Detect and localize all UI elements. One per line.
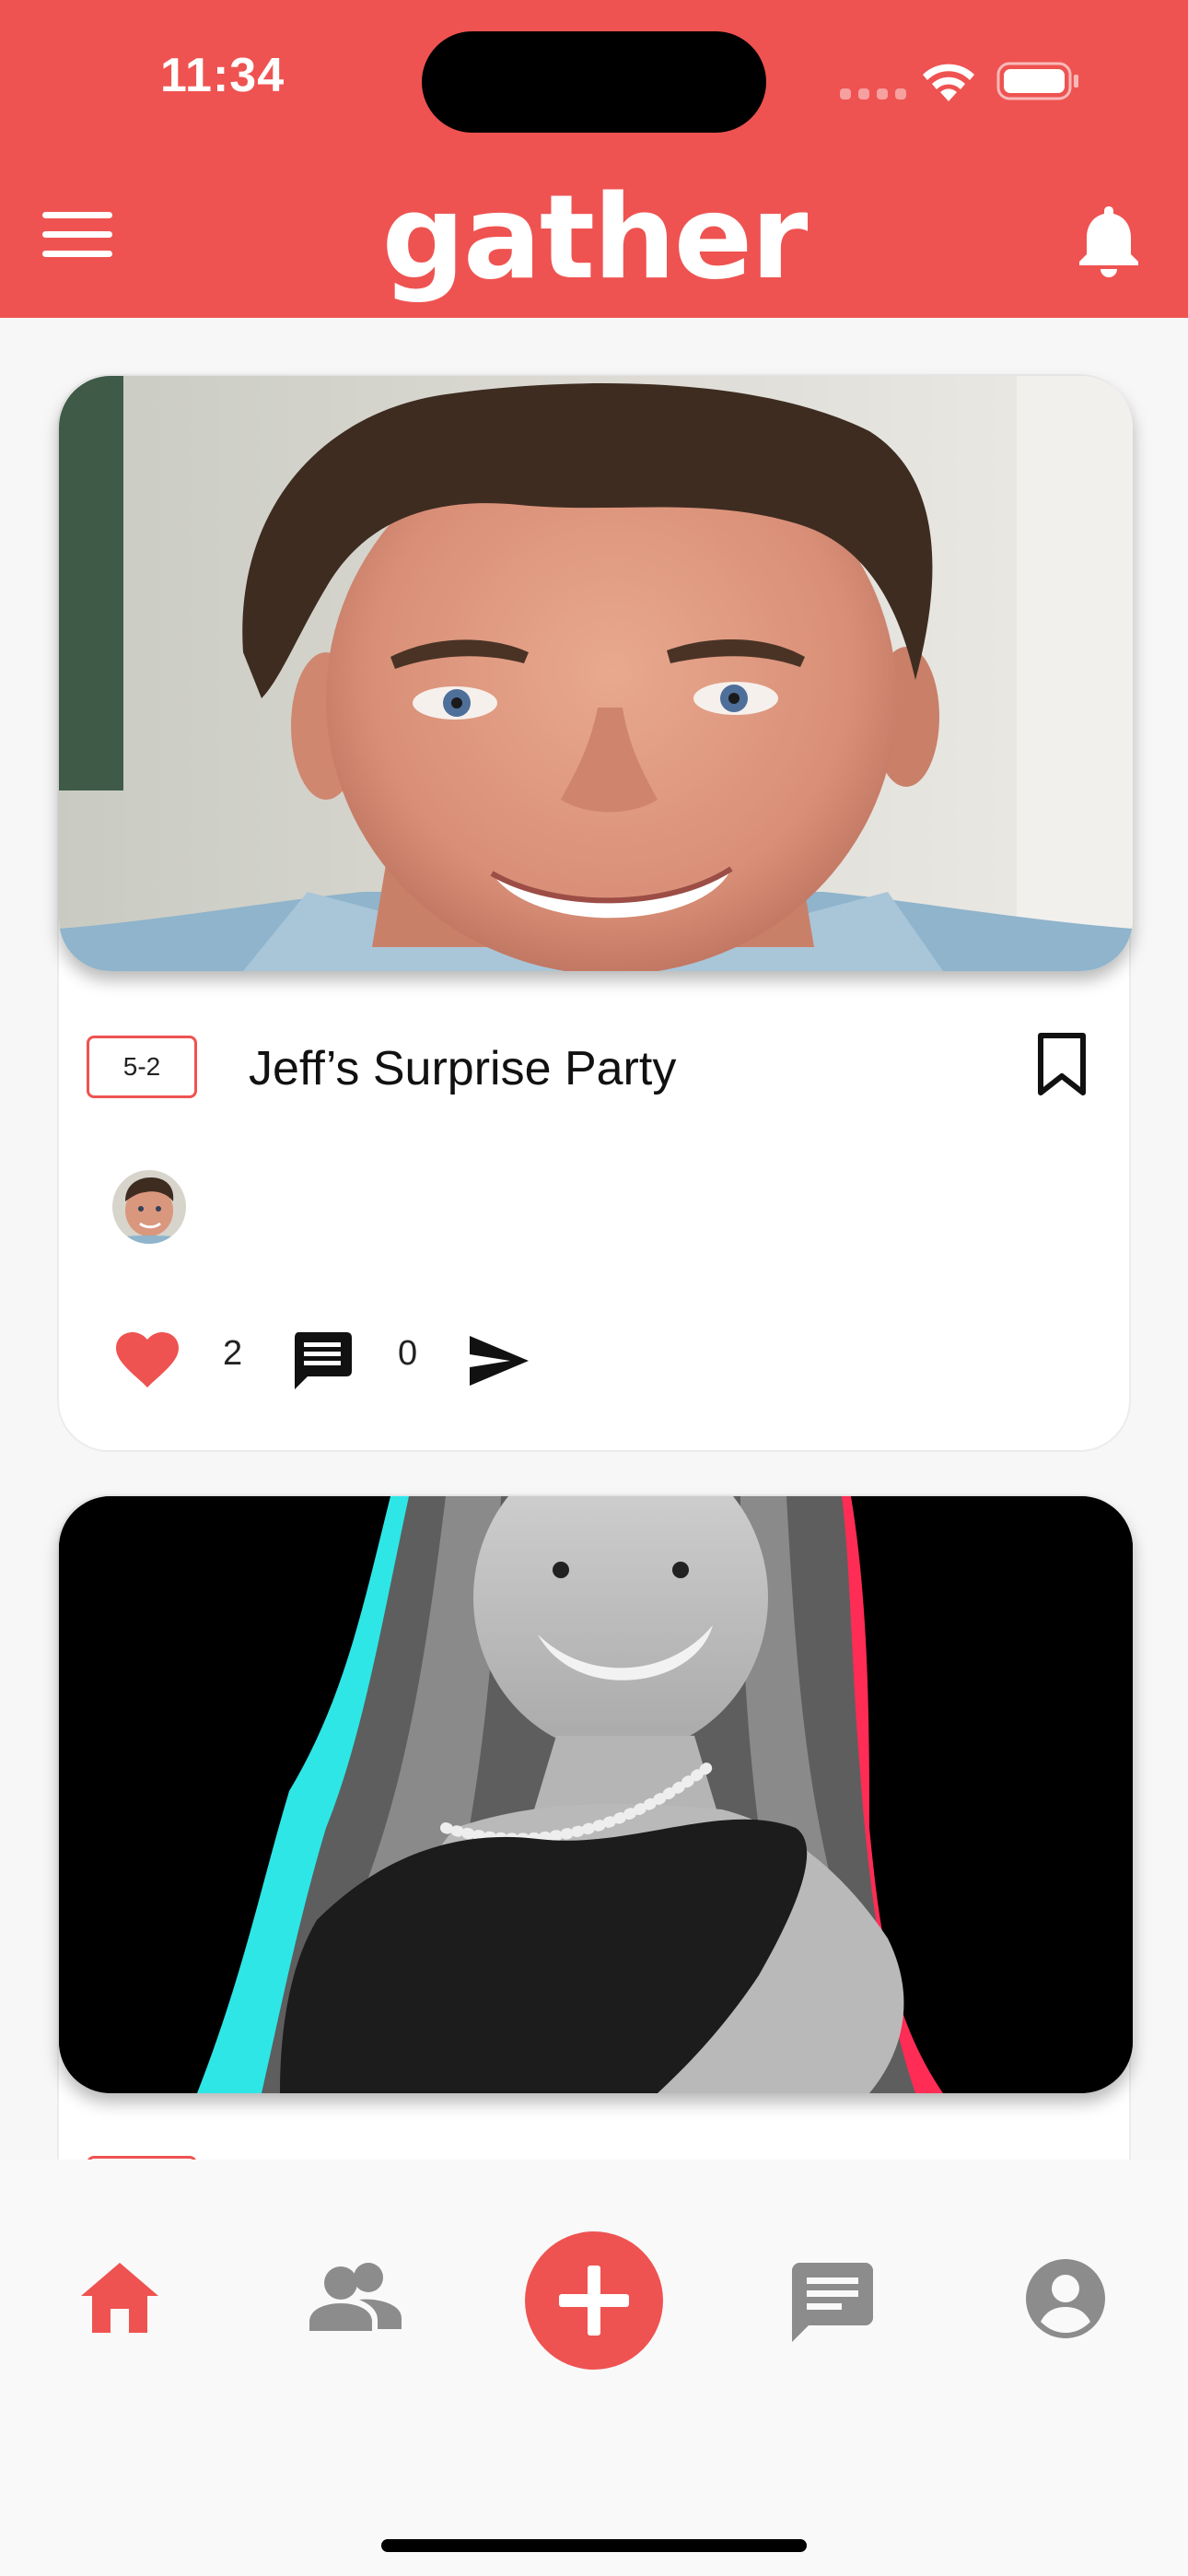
chat-icon[interactable] — [790, 2261, 875, 2344]
event-card[interactable]: 5-2 Jeff’s Surprise Party 2 0 — [57, 374, 1133, 1452]
attendee-avatar[interactable] — [112, 1170, 186, 1244]
people-icon[interactable] — [308, 2261, 403, 2331]
plus-icon — [559, 2266, 629, 2336]
app-logo: gather — [381, 170, 809, 305]
wifi-icon — [923, 64, 974, 101]
home-icon[interactable] — [79, 2261, 160, 2335]
event-date-badge: 5-2 — [87, 1036, 197, 1098]
like-count: 2 — [223, 1334, 243, 1373]
account-circle-icon[interactable] — [1024, 2257, 1107, 2340]
bookmark-icon[interactable] — [1035, 1032, 1089, 1096]
bottom-navigation — [0, 2160, 1188, 2576]
event-title[interactable]: Jeff’s Surprise Party — [249, 1041, 676, 1096]
bell-icon[interactable] — [1076, 203, 1142, 280]
send-icon[interactable] — [468, 1334, 530, 1388]
comment-icon[interactable] — [291, 1330, 354, 1391]
comment-count: 0 — [398, 1334, 418, 1373]
app-header: 11:34 gather — [0, 0, 1188, 318]
heart-icon[interactable] — [114, 1330, 181, 1389]
status-time: 11:34 — [160, 49, 285, 102]
home-indicator[interactable] — [381, 2539, 807, 2552]
battery-icon — [996, 62, 1078, 100]
event-cover-photo[interactable] — [59, 1496, 1133, 2093]
cellular-signal-icon — [840, 88, 906, 100]
dynamic-island — [422, 31, 766, 133]
event-cover-photo[interactable] — [59, 376, 1133, 971]
create-event-button[interactable] — [525, 2231, 663, 2370]
